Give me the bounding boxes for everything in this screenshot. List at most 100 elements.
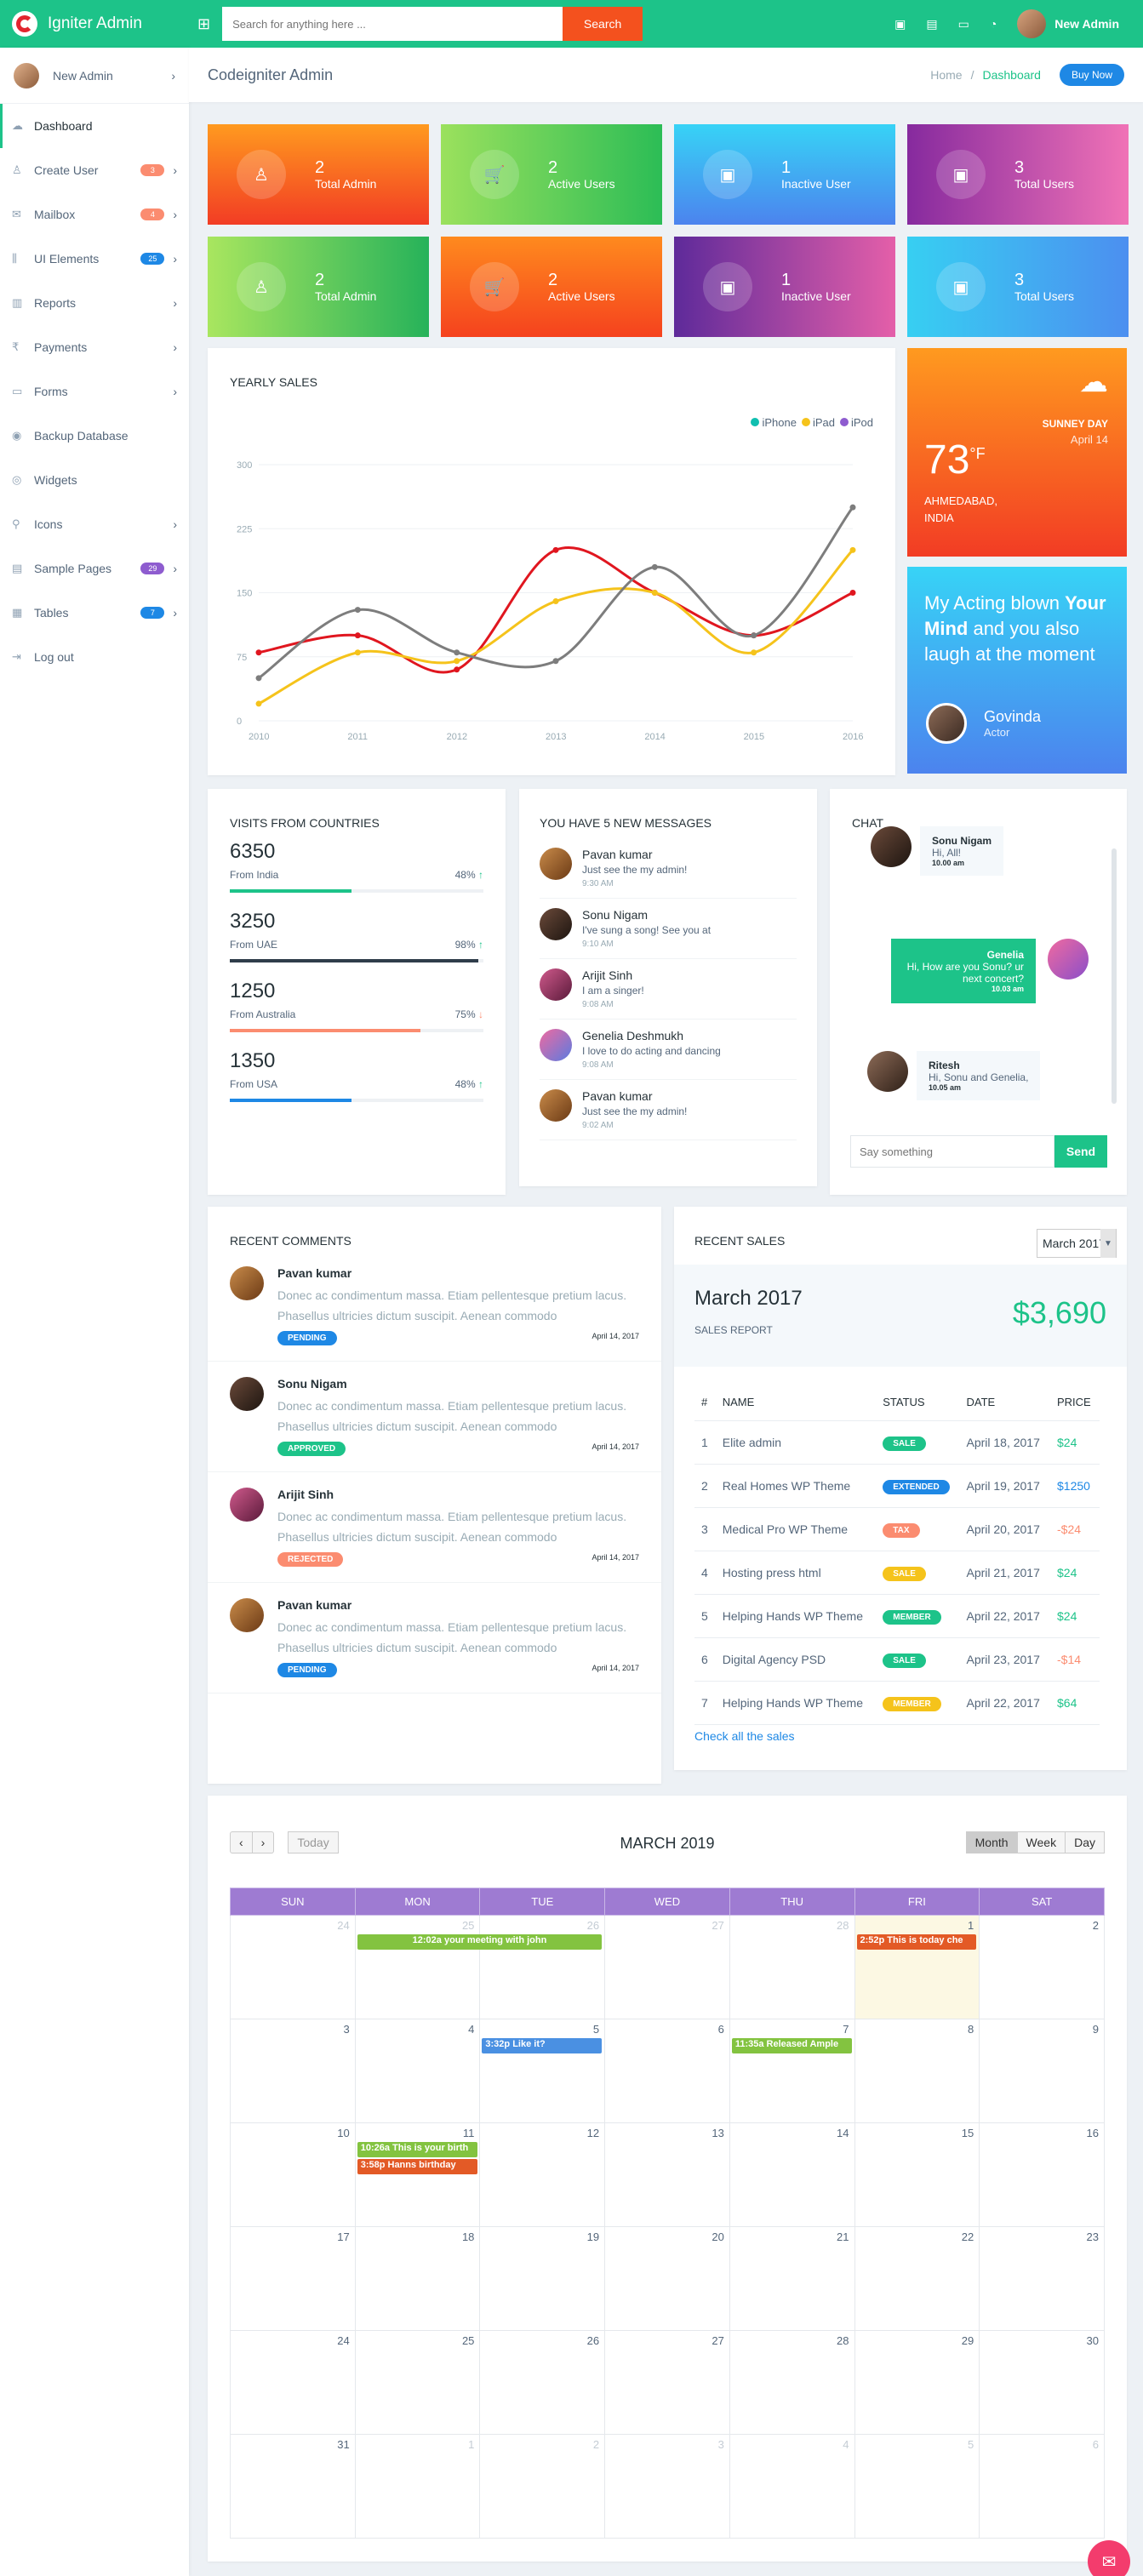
calendar-day[interactable]: 10: [230, 2122, 356, 2227]
calendar-day[interactable]: 4: [729, 2434, 855, 2539]
sidebar-item-widgets[interactable]: ◎ Widgets: [0, 458, 189, 502]
search-button[interactable]: Search: [563, 7, 643, 41]
sidebar-item-forms[interactable]: ▭ Forms ›: [0, 369, 189, 414]
calendar-day[interactable]: 28: [729, 1915, 855, 2019]
stat-card-inactive-user[interactable]: ▣ 1 Inactive User: [674, 124, 895, 225]
sidebar-item-payments[interactable]: ₹ Payments ›: [0, 325, 189, 369]
calendar-day[interactable]: 9: [979, 2019, 1105, 2123]
buy-now-button[interactable]: Buy Now: [1059, 64, 1124, 86]
calendar-day[interactable]: 28: [729, 2330, 855, 2435]
calendar-day[interactable]: 4: [354, 2019, 481, 2123]
calendar-day[interactable]: 1: [354, 2434, 481, 2539]
calendar-day[interactable]: 20: [604, 2226, 730, 2331]
calendar-day[interactable]: 3: [604, 2434, 730, 2539]
table-row[interactable]: 2 Real Homes WP Theme EXTENDED April 19, 20…: [694, 1464, 1100, 1508]
calendar-day[interactable]: 2: [979, 1915, 1105, 2019]
calendar-day[interactable]: 24: [230, 1915, 356, 2019]
calendar-day[interactable]: 6: [604, 2019, 730, 2123]
sidebar-item-sample-pages[interactable]: ▤ Sample Pages 29 ›: [0, 546, 189, 591]
calendar-day[interactable]: 19: [479, 2226, 606, 2331]
monitor-icon[interactable]: ▭: [958, 17, 969, 31]
table-row[interactable]: 5 Helping Hands WP Theme member April 22, 2…: [694, 1594, 1100, 1638]
brand[interactable]: Igniter Admin: [0, 11, 189, 37]
topbar-username[interactable]: New Admin: [1054, 17, 1119, 31]
table-row[interactable]: 4 Hosting press html SALE April 21, 2017 $24: [694, 1551, 1100, 1595]
calendar-day[interactable]: 8: [854, 2019, 980, 2123]
calendar-day[interactable]: 11 10:26a This is your birth 3:58p Hanns b…: [354, 2122, 481, 2227]
sidebar-item-create-user[interactable]: ♙ Create User 3 ›: [0, 148, 189, 192]
calendar-event[interactable]: 10:26a This is your birth: [357, 2142, 477, 2157]
calendar-day[interactable]: 27: [604, 2330, 730, 2435]
sidebar-item-mailbox[interactable]: ✉ Mailbox 4 ›: [0, 192, 189, 237]
breadcrumb-home[interactable]: Home: [930, 68, 962, 82]
calendar-day[interactable]: 26: [479, 1915, 606, 2019]
calendar-day[interactable]: 3: [230, 2019, 356, 2123]
stat-card-active-users[interactable]: 🛒 2 Active Users: [441, 124, 662, 225]
sidebar-item-backup-database[interactable]: ◉ Backup Database: [0, 414, 189, 458]
calendar-day[interactable]: 30: [979, 2330, 1105, 2435]
calendar-day[interactable]: 22: [854, 2226, 980, 2331]
chat-scrollbar[interactable]: [1112, 848, 1117, 1104]
sidebar-item-reports[interactable]: ▥ Reports ›: [0, 281, 189, 325]
sidebar-item-dashboard[interactable]: ☁ Dashboard: [0, 104, 189, 148]
calendar-event[interactable]: 3:58p Hanns birthday: [357, 2159, 477, 2174]
send-button[interactable]: Send: [1054, 1135, 1107, 1168]
grid-menu-icon[interactable]: ⊞: [197, 15, 210, 33]
calendar-day[interactable]: 12: [479, 2122, 606, 2227]
calendar-day[interactable]: 14: [729, 2122, 855, 2227]
sidebar-item-icons[interactable]: ⚲ Icons ›: [0, 502, 189, 546]
sidebar-user[interactable]: New Admin ›: [0, 48, 189, 104]
chat-fab-button[interactable]: ✉: [1088, 2540, 1130, 2576]
view-day-button[interactable]: Day: [1066, 1831, 1105, 1853]
stat-card-inactive-user[interactable]: ▣ 1 Inactive User: [674, 237, 895, 337]
view-month-button[interactable]: Month: [965, 1831, 1018, 1853]
message-item[interactable]: Sonu Nigam I've sung a song! See you at 9:…: [540, 899, 797, 959]
calendar-day[interactable]: 23: [979, 2226, 1105, 2331]
message-item[interactable]: Pavan kumar Just see the my admin! 9:30 AM: [540, 838, 797, 899]
message-item[interactable]: Genelia Deshmukh I love to do acting and …: [540, 1020, 797, 1080]
calendar-event[interactable]: 11:35a Released Ample: [731, 2038, 852, 2053]
calendar-day[interactable]: 5 3:32p Like it?: [479, 2019, 606, 2123]
sidebar-item-tables[interactable]: ▦ Tables 7 ›: [0, 591, 189, 635]
calendar-day[interactable]: 25: [354, 2330, 481, 2435]
calendar-day[interactable]: 17: [230, 2226, 356, 2331]
calendar-day[interactable]: 21: [729, 2226, 855, 2331]
calendar-day[interactable]: 6: [979, 2434, 1105, 2539]
calendar-day[interactable]: 15: [854, 2122, 980, 2227]
calendar-day[interactable]: 25 12:02a your meeting with john: [354, 1915, 603, 2019]
calendar-day[interactable]: 1 2:52p This is today che: [854, 1915, 980, 2019]
calendar-day[interactable]: 24: [230, 2330, 356, 2435]
user-avatar[interactable]: [1017, 9, 1047, 38]
stat-card-total-admin[interactable]: ♙ 2 Total Admin: [208, 237, 429, 337]
calendar-day[interactable]: 16: [979, 2122, 1105, 2227]
calendar-day[interactable]: 2: [479, 2434, 606, 2539]
sidebar-item-ui-elements[interactable]: ⫼ UI Elements 25 ›: [0, 237, 189, 281]
document-icon[interactable]: ▤: [926, 17, 937, 31]
table-row[interactable]: 6 Digital Agency PSD SALE April 23, 2017 -$1…: [694, 1637, 1100, 1682]
calendar-day[interactable]: 7 11:35a Released Ample: [729, 2019, 855, 2123]
stat-card-total-admin[interactable]: ♙ 2 Total Admin: [208, 124, 429, 225]
month-select[interactable]: March 2017 ▼: [1037, 1229, 1117, 1258]
sidebar-item-log-out[interactable]: ⇥ Log out: [0, 635, 189, 679]
calendar-day[interactable]: 5: [854, 2434, 980, 2539]
stat-card-total-users[interactable]: ▣ 3 Total Users: [907, 237, 1129, 337]
chat-input[interactable]: [850, 1135, 1054, 1168]
calendar-day[interactable]: 31: [230, 2434, 356, 2539]
search-input[interactable]: [222, 7, 563, 41]
calendar-event[interactable]: 2:52p This is today che: [856, 1934, 977, 1950]
view-week-button[interactable]: Week: [1017, 1831, 1066, 1853]
table-row[interactable]: 7 Helping Hands WP Theme member April 22, 2…: [694, 1681, 1100, 1725]
calendar-day[interactable]: 29: [854, 2330, 980, 2435]
calendar-day[interactable]: 27: [604, 1915, 730, 2019]
calendar-day[interactable]: 18: [354, 2226, 481, 2331]
briefcase-icon[interactable]: ▣: [894, 17, 906, 31]
stat-card-active-users[interactable]: 🛒 2 Active Users: [441, 237, 662, 337]
bell-icon[interactable]: ◔: [990, 17, 997, 31]
message-item[interactable]: Pavan kumar Just see the my admin! 9:02 AM: [540, 1080, 797, 1140]
calendar-day[interactable]: 13: [604, 2122, 730, 2227]
calendar-day[interactable]: 26: [479, 2330, 606, 2435]
table-row[interactable]: 3 Medical Pro WP Theme TAX April 20, 2017 -$…: [694, 1507, 1100, 1551]
table-row[interactable]: 1 Elite admin SALE April 18, 2017 $24: [694, 1420, 1100, 1465]
message-item[interactable]: Arijit Sinh I am a singer! 9:08 AM: [540, 959, 797, 1020]
calendar-event[interactable]: 3:32p Like it?: [482, 2038, 603, 2053]
